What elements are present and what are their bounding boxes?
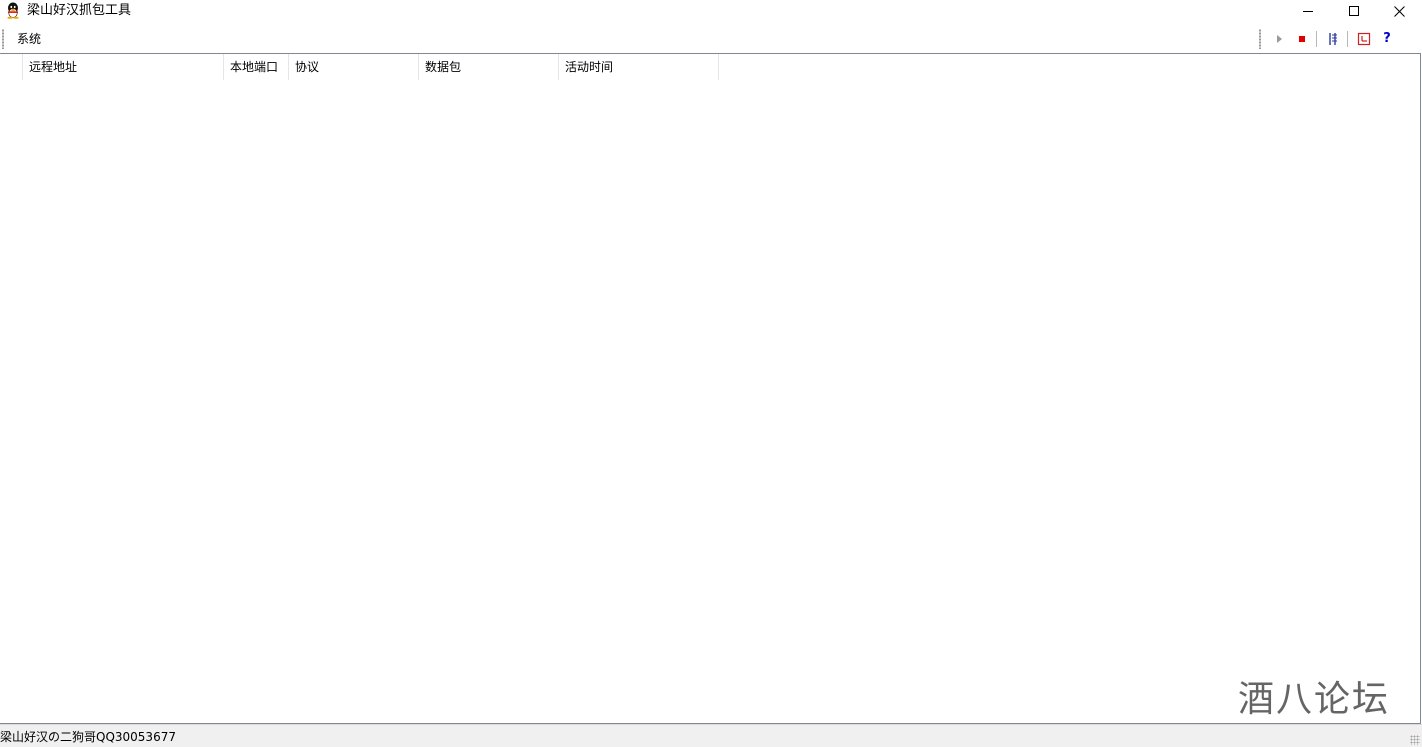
resize-grip-icon[interactable] — [1410, 735, 1420, 745]
list-body[interactable] — [0, 80, 1420, 723]
toolbar-separator — [1316, 31, 1317, 47]
toolbar: 系统 ? — [0, 26, 1422, 52]
menubar-grip[interactable] — [2, 29, 4, 49]
column-header-remote-address[interactable]: 远程地址 — [23, 54, 224, 80]
play-icon — [1277, 35, 1282, 43]
columns-button[interactable] — [1323, 29, 1343, 49]
penguin-icon — [7, 2, 19, 19]
list-header: 远程地址 本地端口 协议 数据包 活动时间 — [0, 54, 1420, 80]
title-bar: 梁山好汉抓包工具 — [0, 0, 1422, 22]
close-icon — [1393, 5, 1405, 17]
column-header-checkbox[interactable] — [0, 54, 23, 80]
window-title: 梁山好汉抓包工具 — [27, 3, 132, 18]
forum-watermark: 酒八论坛 — [1238, 679, 1391, 720]
packet-list[interactable]: 远程地址 本地端口 协议 数据包 活动时间 — [0, 53, 1421, 724]
help-icon: ? — [1383, 31, 1391, 46]
column-header-packets[interactable]: 数据包 — [419, 54, 559, 80]
menu-system[interactable]: 系统 — [10, 30, 48, 48]
help-button[interactable]: ? — [1377, 29, 1397, 49]
column-header-local-port[interactable]: 本地端口 — [224, 54, 289, 80]
minimize-icon — [1303, 11, 1313, 12]
columns-icon — [1329, 33, 1337, 45]
maximize-icon — [1349, 6, 1359, 16]
stop-button[interactable] — [1292, 29, 1312, 49]
toolbar-separator — [1347, 31, 1348, 47]
start-button[interactable] — [1269, 29, 1289, 49]
minimize-button[interactable] — [1285, 0, 1331, 22]
filter-button[interactable] — [1354, 29, 1374, 49]
stop-icon — [1299, 36, 1305, 42]
toolbar-grip[interactable] — [1259, 29, 1261, 49]
status-bar: 梁山好汉の二狗哥QQ30053677 — [0, 724, 1422, 747]
maximize-button[interactable] — [1331, 0, 1377, 22]
close-button[interactable] — [1376, 0, 1422, 22]
status-text: 梁山好汉の二狗哥QQ30053677 — [0, 730, 176, 744]
column-header-protocol[interactable]: 协议 — [289, 54, 419, 80]
window-icon — [1357, 32, 1371, 46]
column-header-active-time[interactable]: 活动时间 — [559, 54, 719, 80]
